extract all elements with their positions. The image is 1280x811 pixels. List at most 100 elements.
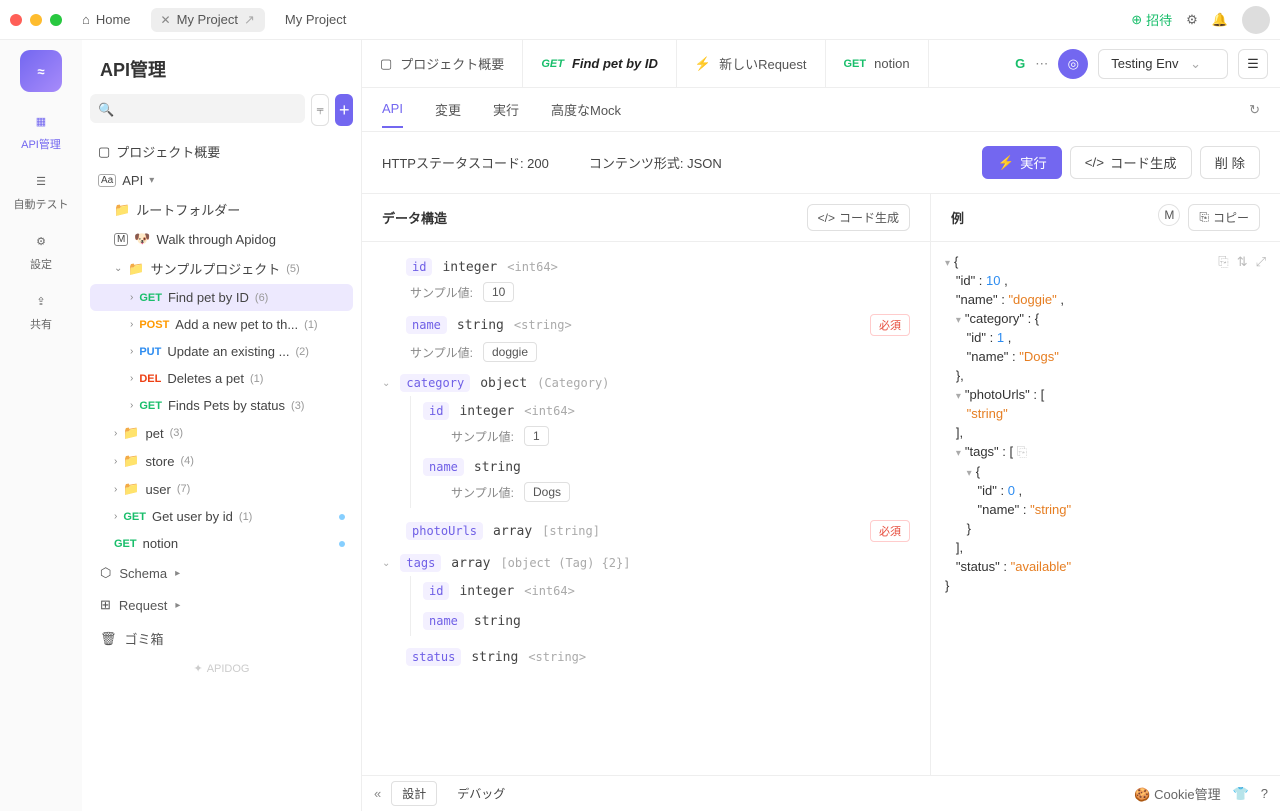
subnav-change[interactable]: 変更 [435, 90, 461, 129]
field-tags-name[interactable]: name string [423, 606, 910, 636]
tab-label: 新しいRequest [719, 54, 806, 73]
field-category[interactable]: ⌄ category object (Category) id integer … [382, 368, 910, 514]
env-label: Testing Env [1111, 56, 1178, 71]
tab-notion[interactable]: GET notion [826, 40, 929, 87]
chevron-down-icon[interactable]: ⌄ [382, 558, 390, 569]
settings-icon[interactable]: ⚙ [1186, 12, 1198, 28]
copy-icon[interactable]: ⎘ [1218, 254, 1228, 270]
collapse-icon[interactable]: ▾ [956, 391, 961, 402]
more-icon[interactable]: ⋯ [1035, 56, 1048, 72]
codegen-button[interactable]: </> コード生成 [1070, 146, 1192, 179]
project-tab-1[interactable]: ✕ My Project ↗ [151, 8, 265, 32]
copy-button[interactable]: ⎘ コピー [1188, 204, 1260, 231]
copy-icon: ⎘ [1199, 210, 1209, 225]
field-name[interactable]: name string <string> 必須 サンプル値: doggie [382, 308, 910, 368]
filter-button[interactable]: ⫧ [311, 94, 329, 126]
add-button[interactable]: + [335, 94, 353, 126]
cookie-link[interactable]: 🍪 Cookie管理 [1134, 784, 1220, 803]
api-item-find-pet[interactable]: › GET Find pet by ID (6) [90, 284, 353, 311]
field-photourls[interactable]: photoUrls array[string] 必須 [382, 514, 910, 548]
project-tab-2[interactable]: My Project [275, 8, 356, 31]
property-type: array [493, 524, 532, 539]
close-window-icon[interactable] [10, 14, 22, 26]
item-label: Add a new pet to th... [175, 317, 298, 332]
tab-find-pet[interactable]: GET Find pet by ID [523, 40, 677, 87]
bell-icon[interactable]: 🔔 [1212, 12, 1228, 28]
json-brace: } [967, 521, 971, 536]
api-root[interactable]: Aa API ▾ [90, 167, 353, 194]
tshirt-icon[interactable]: 👕 [1233, 786, 1249, 802]
api-item-get-user[interactable]: › GET Get user by id (1) [90, 503, 353, 530]
field-status[interactable]: status string <string> [382, 642, 910, 672]
collapse-sidebar-icon[interactable]: « [374, 786, 381, 801]
field-tags-id[interactable]: id integer <int64> [423, 576, 910, 606]
chevron-down-icon[interactable]: ⌄ [382, 378, 390, 389]
delete-button[interactable]: 削 除 [1200, 146, 1260, 179]
copy-icon[interactable]: ⎘ [1017, 444, 1027, 459]
close-tab-icon[interactable]: ✕ [161, 13, 171, 27]
json-punct: , [1015, 483, 1022, 498]
document-tabs: ▢ プロジェクト概要 GET Find pet by ID ⚡ 新しいReque… [362, 40, 1280, 88]
api-item-notion[interactable]: GET notion [90, 530, 353, 557]
api-item-find-by-status[interactable]: › GET Finds Pets by status (3) [90, 392, 353, 419]
api-item-update-pet[interactable]: › PUT Update an existing ... (2) [90, 338, 353, 365]
rail-api-management[interactable]: ▦ API管理 [21, 110, 61, 152]
api-item-delete-pet[interactable]: › DEL Deletes a pet (1) [90, 365, 353, 392]
rail-settings[interactable]: ⚙ 設定 [30, 230, 52, 272]
chevron-down-icon: ▾ [149, 175, 154, 186]
debug-button[interactable]: デバッグ [447, 782, 515, 805]
tab-overview[interactable]: ▢ プロジェクト概要 [362, 40, 523, 87]
compass-icon[interactable]: ◎ [1058, 49, 1088, 79]
rail-autotest[interactable]: ☰ 自動テスト [14, 170, 69, 212]
invite-button[interactable]: ⊕ 招待 [1131, 10, 1172, 29]
run-button[interactable]: ⚡ 実行 [982, 146, 1061, 179]
root-folder[interactable]: 📁 ルートフォルダー [90, 194, 353, 225]
button-label: コピー [1213, 209, 1249, 226]
tab-new-request[interactable]: ⚡ 新しいRequest [677, 40, 826, 87]
subnav-api[interactable]: API [382, 91, 403, 128]
collapse-icon[interactable]: ▾ [956, 315, 961, 326]
minimize-window-icon[interactable] [30, 14, 42, 26]
g-badge[interactable]: G [1015, 56, 1025, 71]
field-tags[interactable]: ⌄ tags array[object (Tag) {2}] id intege… [382, 548, 910, 642]
json-viewer[interactable]: ▾{⎘⇅⤢ "id" : 10 , "name" : "doggie" , ▾"… [931, 242, 1280, 775]
app-logo[interactable]: ≈ [20, 50, 62, 92]
home-tab[interactable]: ⌂ Home [72, 8, 141, 31]
api-item-add-pet[interactable]: › POST Add a new pet to th... (1) [90, 311, 353, 338]
rail-share[interactable]: ⇪ 共有 [30, 290, 52, 332]
count-badge: (5) [286, 263, 299, 275]
refresh-icon[interactable]: ↻ [1249, 102, 1260, 118]
project-overview-item[interactable]: ▢ プロジェクト概要 [90, 136, 353, 167]
m-badge-button[interactable]: M [1158, 204, 1180, 226]
expand-icon[interactable]: ⇅ [1237, 254, 1248, 270]
trash-section[interactable]: 🗑 ゴミ箱 [90, 621, 353, 656]
count-badge: (3) [170, 427, 183, 439]
property-name: name [406, 316, 447, 334]
codegen-small-button[interactable]: </> コード生成 [807, 204, 910, 231]
collapse-icon[interactable]: ▾ [956, 448, 961, 459]
walkthrough-item[interactable]: M 🐶 Walk through Apidog [90, 225, 353, 253]
field-category-id[interactable]: id integer <int64> サンプル値: 1 [423, 396, 910, 452]
collapse-icon[interactable]: ▾ [967, 468, 972, 479]
folder-store[interactable]: › 📁 store (4) [90, 447, 353, 475]
folder-pet[interactable]: › 📁 pet (3) [90, 419, 353, 447]
sample-project-folder[interactable]: ⌄ 📁 サンプルプロジェクト (5) [90, 253, 353, 284]
field-category-name[interactable]: name string サンプル値: Dogs [423, 452, 910, 508]
property-name: photoUrls [406, 522, 483, 540]
field-id[interactable]: id integer <int64> サンプル値: 10 [382, 252, 910, 308]
collapse-all-icon[interactable]: ⤢ [1256, 254, 1266, 270]
search-input[interactable] [90, 94, 305, 123]
dog-icon: 🐶 [134, 231, 150, 247]
subnav-run[interactable]: 実行 [493, 90, 519, 129]
request-section[interactable]: ⊞ Request ▸ [90, 589, 353, 621]
avatar[interactable] [1242, 6, 1270, 34]
menu-button[interactable]: ☰ [1238, 49, 1268, 79]
collapse-icon[interactable]: ▾ [945, 258, 950, 269]
folder-user[interactable]: › 📁 user (7) [90, 475, 353, 503]
design-button[interactable]: 設計 [391, 781, 437, 806]
environment-select[interactable]: Testing Env ⌄ [1098, 49, 1228, 79]
maximize-window-icon[interactable] [50, 14, 62, 26]
subnav-mock[interactable]: 高度なMock [551, 90, 621, 129]
help-icon[interactable]: ? [1261, 786, 1268, 801]
schema-section[interactable]: ⬡ Schema ▸ [90, 557, 353, 589]
